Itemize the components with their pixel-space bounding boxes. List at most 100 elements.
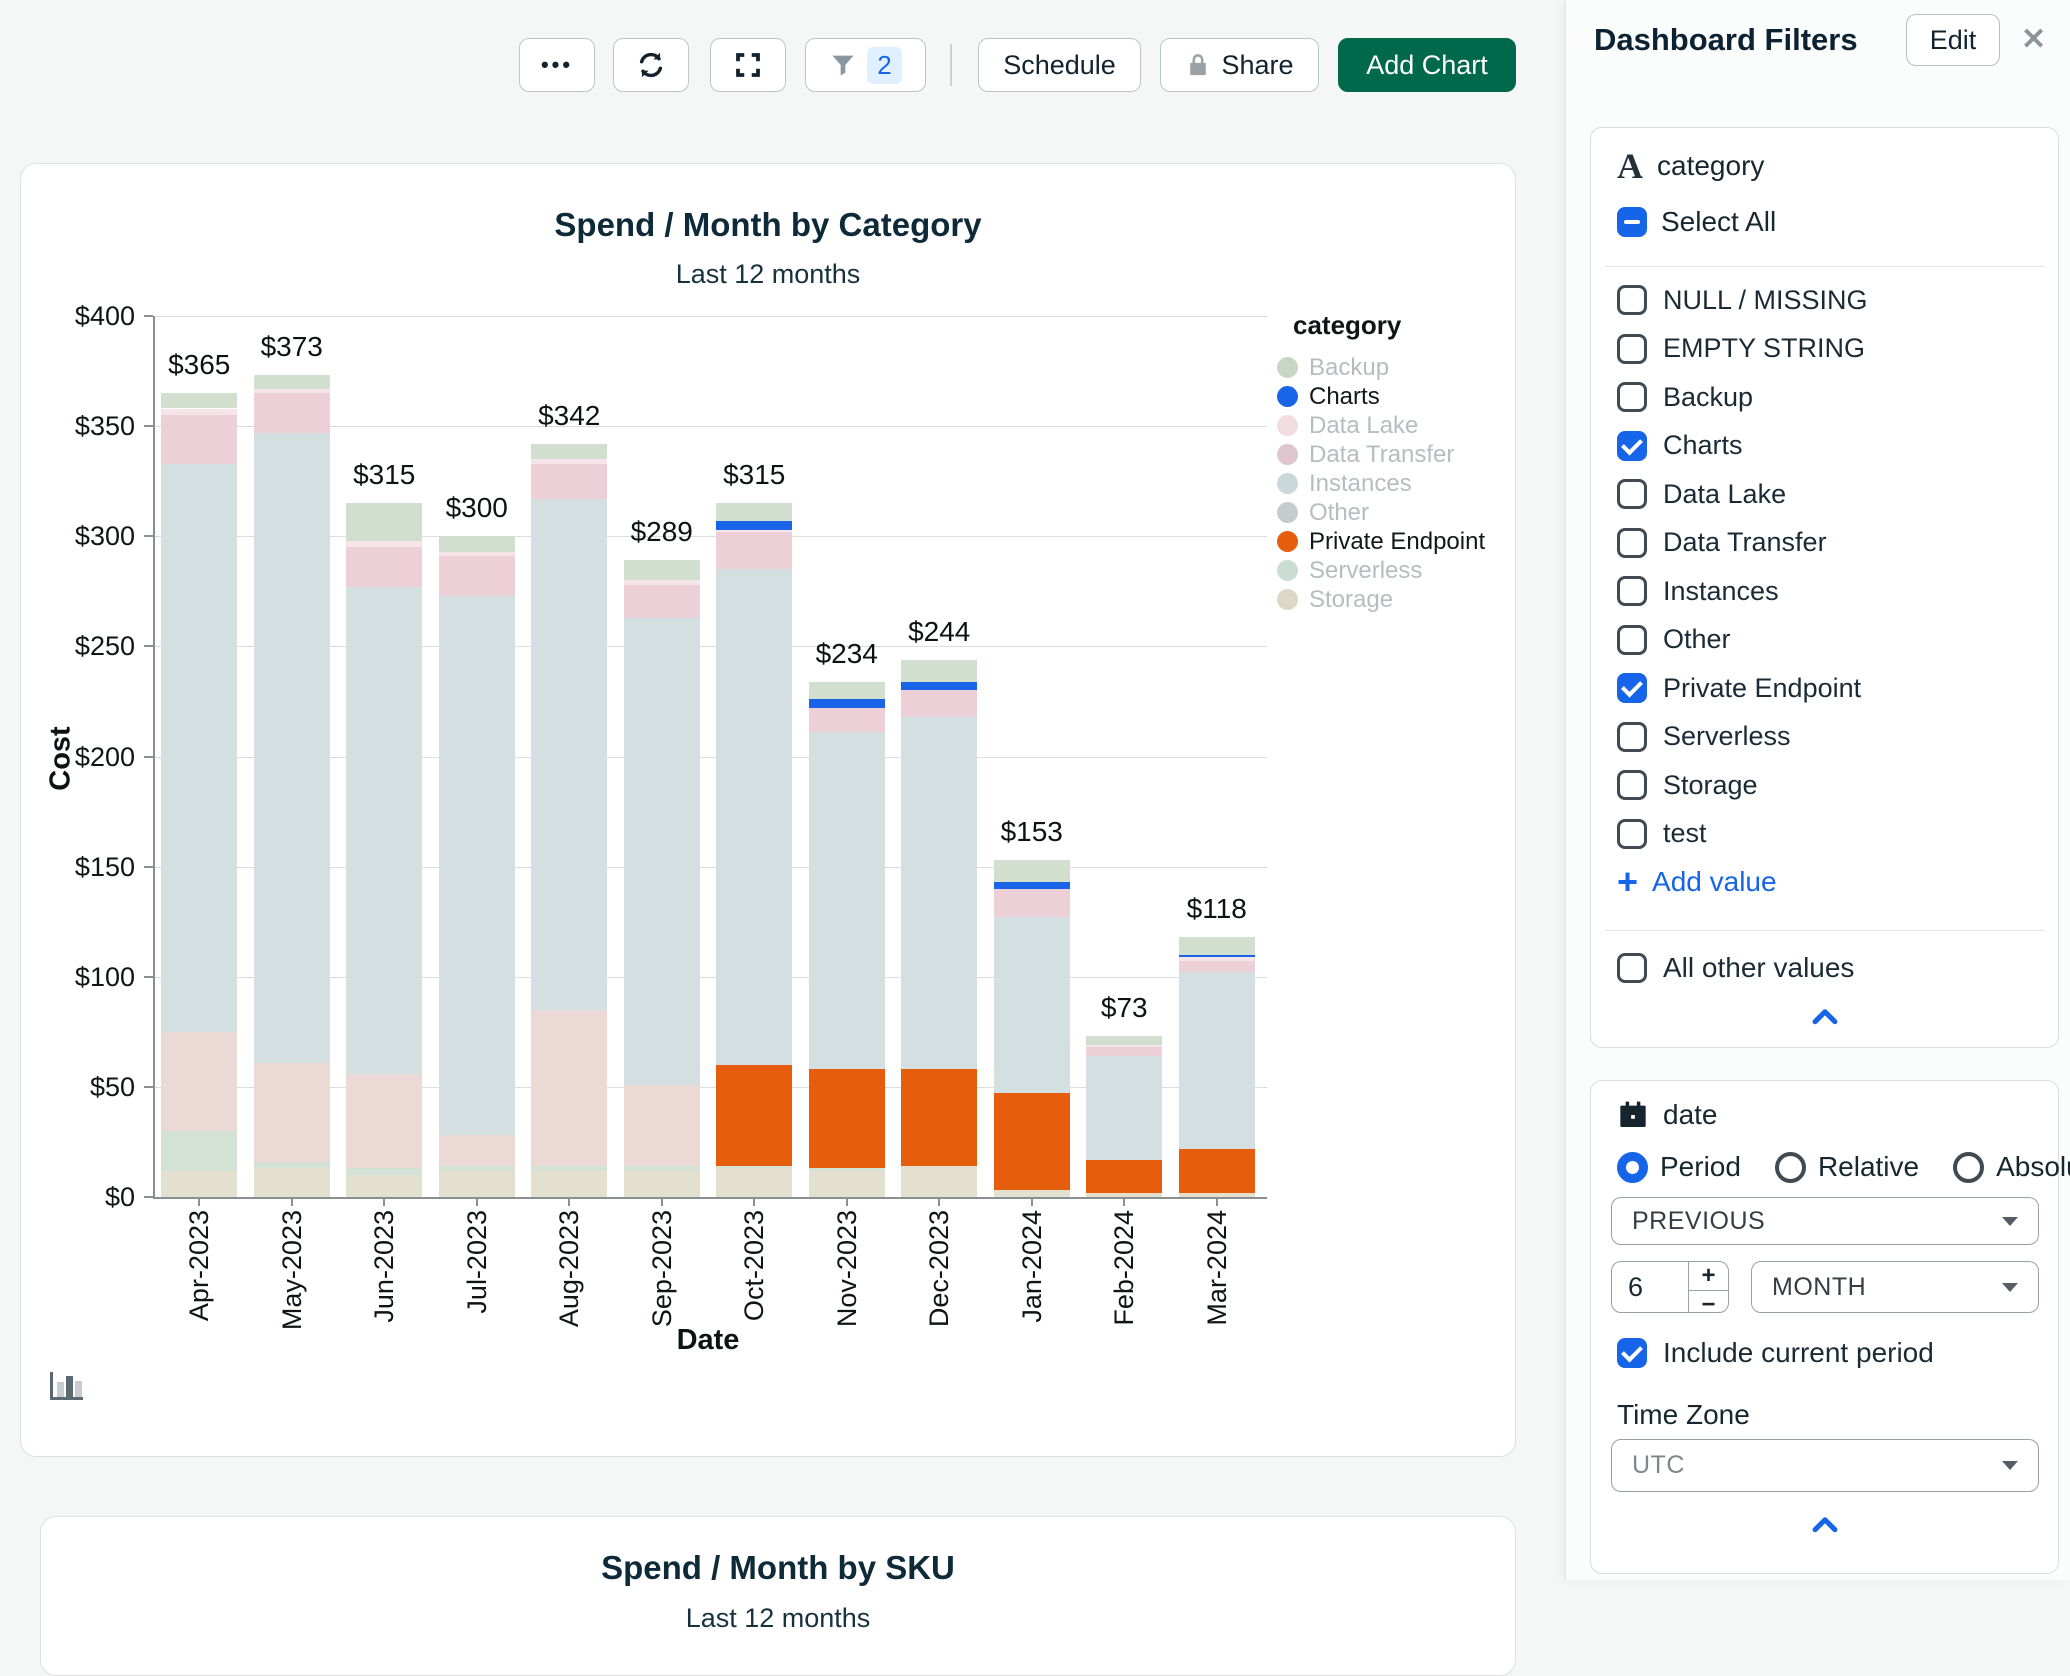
fullscreen-button[interactable] (710, 38, 786, 92)
filter-value-row[interactable]: test (1591, 810, 2058, 859)
bar-segment-instances[interactable] (161, 463, 238, 1032)
filter-value-row[interactable]: Serverless (1591, 713, 2058, 762)
filter-value-row[interactable]: Private Endpoint (1591, 664, 2058, 713)
legend-item[interactable]: Data Transfer (1277, 440, 1513, 469)
bar-segment-other[interactable] (623, 1084, 700, 1167)
date-mode-radio[interactable] (1617, 1151, 1648, 1183)
bar-segment-instances[interactable] (716, 569, 793, 1065)
date-mode-option[interactable]: Period (1617, 1151, 1741, 1183)
bar-segment-charts[interactable] (808, 699, 885, 709)
increment-button[interactable]: + (1689, 1262, 1728, 1291)
filter-value-row[interactable]: Backup (1591, 373, 2058, 422)
select-all-checkbox[interactable] (1617, 207, 1647, 237)
bar-segment-backup[interactable] (438, 536, 515, 552)
collapse-category-filter-chevron[interactable] (1808, 1003, 1842, 1034)
filter-value-row[interactable]: Storage (1591, 761, 2058, 810)
bar-segment-data-lake[interactable] (1086, 1045, 1163, 1048)
bar-segment-serverless[interactable] (531, 1166, 608, 1171)
bar-segment-serverless[interactable] (346, 1168, 423, 1175)
legend-item[interactable]: Data Lake (1277, 411, 1513, 440)
bar-segment-data-lake[interactable] (438, 551, 515, 557)
bar-segment-charts[interactable] (901, 681, 978, 691)
legend-item[interactable]: Instances (1277, 469, 1513, 498)
bar-segment-other[interactable] (438, 1135, 515, 1167)
bar-segment-backup[interactable] (346, 503, 423, 541)
filter-value-row[interactable]: NULL / MISSING (1591, 276, 2058, 325)
close-panel-icon[interactable]: ✕ (2021, 22, 2046, 57)
bar-segment-storage[interactable] (253, 1168, 330, 1197)
include-current-period-checkbox[interactable] (1617, 1338, 1647, 1369)
legend-item[interactable]: Charts (1277, 382, 1513, 411)
filter-value-checkbox[interactable] (1617, 576, 1647, 607)
chart-type-icon[interactable] (47, 1369, 85, 1408)
filter-value-checkbox[interactable] (1617, 624, 1647, 655)
legend-item[interactable]: Serverless (1277, 556, 1513, 585)
filter-value-checkbox[interactable] (1617, 430, 1647, 461)
bar-segment-data-transfer[interactable] (808, 708, 885, 733)
bar-segment-data-lake[interactable] (253, 388, 330, 394)
bar-segment-charts[interactable] (993, 882, 1070, 889)
bar-segment-storage[interactable] (438, 1170, 515, 1197)
timezone-select[interactable]: UTC (1611, 1439, 2039, 1492)
decrement-button[interactable]: − (1689, 1291, 1728, 1319)
filter-value-checkbox[interactable] (1617, 479, 1647, 510)
bar-segment-data-transfer[interactable] (623, 584, 700, 618)
bar-segment-data-transfer[interactable] (253, 393, 330, 433)
bar-segment-backup[interactable] (716, 503, 793, 521)
select-all-row[interactable]: Select All (1617, 206, 1776, 238)
share-button[interactable]: Share (1160, 38, 1319, 92)
bar-segment-instances[interactable] (438, 595, 515, 1136)
bar-segment-serverless[interactable] (438, 1166, 515, 1171)
bar-segment-private-endpoint[interactable] (1086, 1159, 1163, 1193)
bar-segment-private-endpoint[interactable] (1178, 1148, 1255, 1193)
bar-segment-data-transfer[interactable] (716, 531, 793, 570)
add-value-button[interactable]: + Add value (1617, 864, 1777, 900)
bar-segment-backup[interactable] (253, 375, 330, 389)
filter-value-checkbox[interactable] (1617, 382, 1647, 413)
legend-item[interactable]: Storage (1277, 585, 1513, 614)
filter-value-row[interactable]: Instances (1591, 567, 2058, 616)
bar-segment-instances[interactable] (253, 432, 330, 1063)
bar-segment-backup[interactable] (623, 560, 700, 581)
bar-segment-instances[interactable] (993, 917, 1070, 1094)
bar-segment-private-endpoint[interactable] (901, 1069, 978, 1167)
filter-value-row[interactable]: EMPTY STRING (1591, 325, 2058, 374)
bar-segment-other[interactable] (161, 1031, 238, 1131)
bar-segment-backup[interactable] (1178, 937, 1255, 955)
bar-segment-backup[interactable] (993, 860, 1070, 883)
filter-value-checkbox[interactable] (1617, 721, 1647, 752)
bar-segment-storage[interactable] (346, 1174, 423, 1197)
filter-value-row[interactable]: Data Lake (1591, 470, 2058, 519)
bar-segment-instances[interactable] (1178, 972, 1255, 1149)
bar-segment-data-lake[interactable] (531, 459, 608, 464)
filter-value-checkbox[interactable] (1617, 285, 1647, 316)
period-amount-stepper[interactable]: 6 + − (1611, 1261, 1729, 1318)
filter-value-checkbox[interactable] (1617, 770, 1647, 801)
period-amount-value[interactable]: 6 (1612, 1262, 1688, 1312)
bar-segment-backup[interactable] (531, 443, 608, 460)
bar-segment-data-transfer[interactable] (1086, 1047, 1163, 1057)
filter-value-row[interactable]: Data Transfer (1591, 519, 2058, 568)
include-current-period-row[interactable]: Include current period (1591, 1329, 2058, 1378)
bar-segment-data-lake[interactable] (346, 540, 423, 548)
legend-item[interactable]: Private Endpoint (1277, 527, 1513, 556)
bar-segment-charts[interactable] (1178, 954, 1255, 957)
bar-segment-backup[interactable] (1086, 1036, 1163, 1045)
bar-segment-serverless[interactable] (253, 1161, 330, 1169)
bar-segment-instances[interactable] (623, 617, 700, 1085)
bar-segment-serverless[interactable] (623, 1166, 700, 1171)
bar-segment-data-lake[interactable] (1178, 956, 1255, 962)
bar-segment-data-lake[interactable] (716, 529, 793, 532)
add-chart-button[interactable]: Add Chart (1338, 38, 1516, 92)
filter-value-checkbox[interactable] (1617, 673, 1647, 704)
filter-value-checkbox[interactable] (1617, 333, 1647, 364)
date-mode-radio[interactable] (1953, 1151, 1985, 1183)
bar-segment-instances[interactable] (901, 716, 978, 1070)
bar-segment-other[interactable] (531, 1009, 608, 1167)
date-mode-option[interactable]: Absolute (1953, 1151, 2070, 1183)
legend-item[interactable]: Other (1277, 498, 1513, 527)
bar-segment-storage[interactable] (993, 1190, 1070, 1197)
date-mode-option[interactable]: Relative (1774, 1151, 1919, 1183)
bar-segment-backup[interactable] (808, 681, 885, 700)
bar-segment-data-lake[interactable] (623, 580, 700, 585)
